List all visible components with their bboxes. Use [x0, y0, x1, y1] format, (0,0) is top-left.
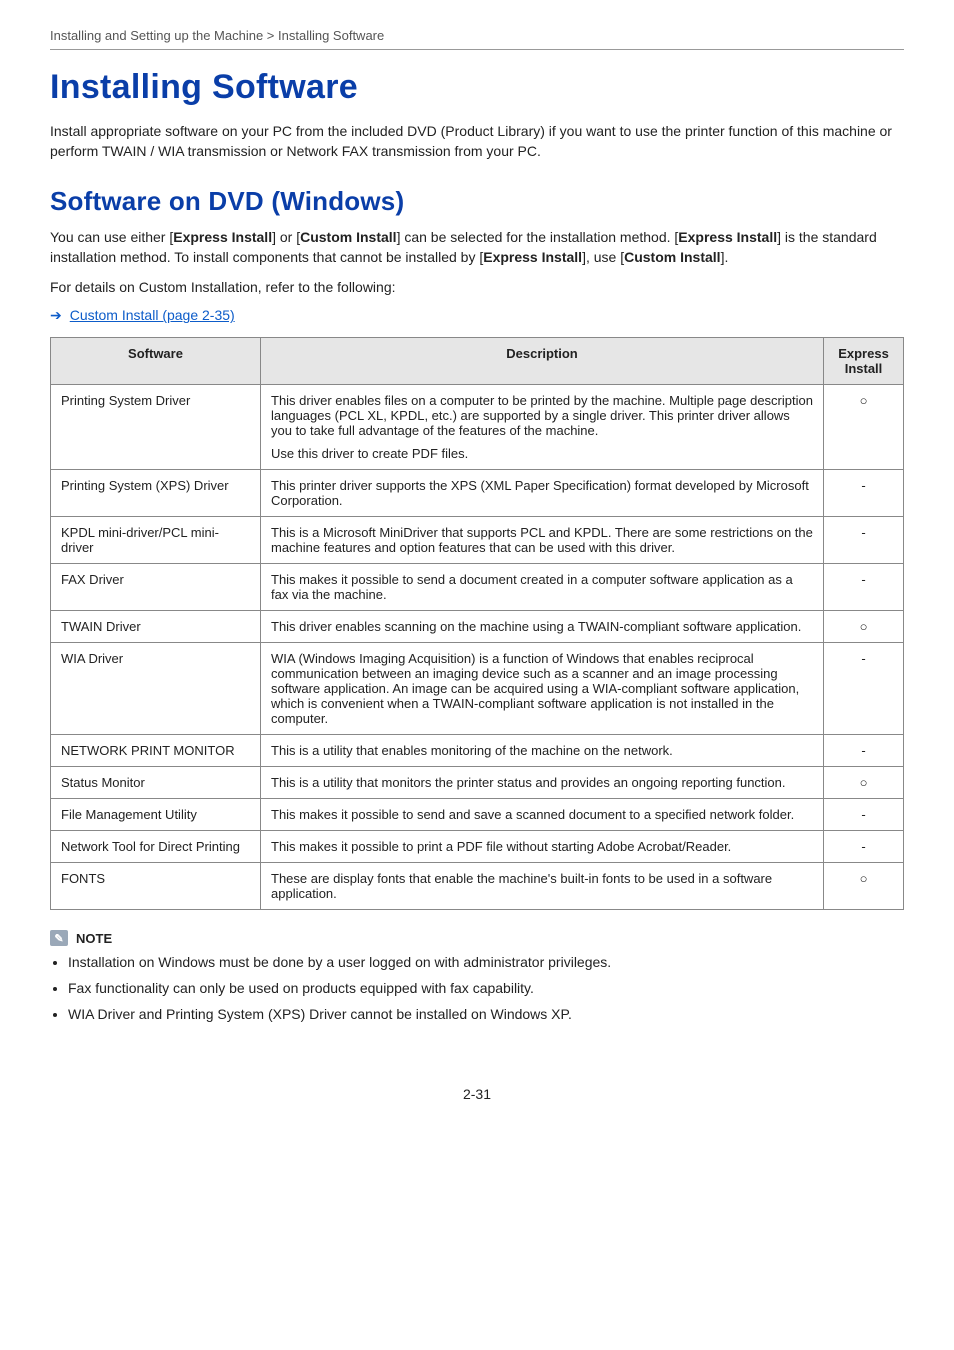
cell-express: - [824, 735, 904, 767]
page-number: 2-31 [50, 1086, 904, 1102]
note-item: Installation on Windows must be done by … [68, 952, 904, 974]
table-row: KPDL mini-driver/PCL mini-driver This is… [51, 517, 904, 564]
cell-software: FAX Driver [51, 564, 261, 611]
reference-link-row: ➔ Custom Install (page 2-35) [50, 307, 904, 323]
bold-custom-install: Custom Install [300, 229, 396, 245]
install-method-paragraph: You can use either [Express Install] or … [50, 227, 904, 268]
desc-text: This driver enables files on a computer … [271, 393, 813, 438]
details-line: For details on Custom Installation, refe… [50, 277, 904, 297]
cell-software: FONTS [51, 863, 261, 910]
text-fragment: ], use [ [582, 249, 624, 265]
cell-description: These are display fonts that enable the … [261, 863, 824, 910]
cell-express: - [824, 643, 904, 735]
cell-express: - [824, 831, 904, 863]
breadcrumb: Installing and Setting up the Machine > … [50, 28, 904, 49]
software-table: Software Description Express Install Pri… [50, 337, 904, 910]
cell-express: - [824, 799, 904, 831]
cell-description: This makes it possible to send and save … [261, 799, 824, 831]
cell-description: This driver enables files on a computer … [261, 385, 824, 470]
cell-express: ○ [824, 611, 904, 643]
cell-express: ○ [824, 385, 904, 470]
page-container: Installing and Setting up the Machine > … [0, 0, 954, 1142]
bold-express-install: Express Install [678, 229, 777, 245]
section-heading-software-dvd: Software on DVD (Windows) [50, 186, 904, 217]
cell-software: NETWORK PRINT MONITOR [51, 735, 261, 767]
cell-software: File Management Utility [51, 799, 261, 831]
cell-software: Network Tool for Direct Printing [51, 831, 261, 863]
cell-software: KPDL mini-driver/PCL mini-driver [51, 517, 261, 564]
table-row: FONTS These are display fonts that enabl… [51, 863, 904, 910]
table-row: File Management Utility This makes it po… [51, 799, 904, 831]
cell-description: This is a utility that monitors the prin… [261, 767, 824, 799]
breadcrumb-divider [50, 49, 904, 50]
cell-description: This driver enables scanning on the mach… [261, 611, 824, 643]
cell-description: This is a utility that enables monitorin… [261, 735, 824, 767]
note-box: ✎ NOTE Installation on Windows must be d… [50, 930, 904, 1025]
desc-extra: Use this driver to create PDF files. [271, 446, 813, 461]
bold-express-install: Express Install [483, 249, 582, 265]
cell-description: This is a Microsoft MiniDriver that supp… [261, 517, 824, 564]
cell-express: - [824, 470, 904, 517]
table-header-row: Software Description Express Install [51, 338, 904, 385]
cell-software: TWAIN Driver [51, 611, 261, 643]
cell-description: WIA (Windows Imaging Acquisition) is a f… [261, 643, 824, 735]
cell-software: WIA Driver [51, 643, 261, 735]
cell-express: - [824, 517, 904, 564]
col-header-description: Description [261, 338, 824, 385]
cell-software: Printing System (XPS) Driver [51, 470, 261, 517]
col-header-software: Software [51, 338, 261, 385]
table-row: WIA Driver WIA (Windows Imaging Acquisit… [51, 643, 904, 735]
table-row: Status Monitor This is a utility that mo… [51, 767, 904, 799]
cell-software: Status Monitor [51, 767, 261, 799]
table-row: Printing System Driver This driver enabl… [51, 385, 904, 470]
cell-software: Printing System Driver [51, 385, 261, 470]
note-header: ✎ NOTE [50, 930, 904, 946]
table-row: TWAIN Driver This driver enables scannin… [51, 611, 904, 643]
cell-express: ○ [824, 767, 904, 799]
cell-description: This printer driver supports the XPS (XM… [261, 470, 824, 517]
cell-description: This makes it possible to print a PDF fi… [261, 831, 824, 863]
cell-description: This makes it possible to send a documen… [261, 564, 824, 611]
table-row: Network Tool for Direct Printing This ma… [51, 831, 904, 863]
text-fragment: You can use either [ [50, 229, 173, 245]
table-row: Printing System (XPS) Driver This printe… [51, 470, 904, 517]
cell-express: ○ [824, 863, 904, 910]
text-fragment: ] or [ [272, 229, 300, 245]
arrow-right-icon: ➔ [50, 308, 62, 322]
intro-paragraph: Install appropriate software on your PC … [50, 121, 904, 162]
bold-express-install: Express Install [173, 229, 272, 245]
text-fragment: ]. [721, 249, 729, 265]
table-row: FAX Driver This makes it possible to sen… [51, 564, 904, 611]
note-icon: ✎ [50, 930, 68, 946]
note-label: NOTE [76, 931, 112, 946]
page-title: Installing Software [50, 68, 904, 107]
custom-install-link[interactable]: Custom Install (page 2-35) [70, 307, 235, 323]
bold-custom-install: Custom Install [624, 249, 720, 265]
table-row: NETWORK PRINT MONITOR This is a utility … [51, 735, 904, 767]
text-fragment: ] can be selected for the installation m… [397, 229, 679, 245]
note-item: Fax functionality can only be used on pr… [68, 978, 904, 1000]
cell-express: - [824, 564, 904, 611]
note-item: WIA Driver and Printing System (XPS) Dri… [68, 1004, 904, 1026]
col-header-express-install: Express Install [824, 338, 904, 385]
note-list: Installation on Windows must be done by … [50, 952, 904, 1025]
